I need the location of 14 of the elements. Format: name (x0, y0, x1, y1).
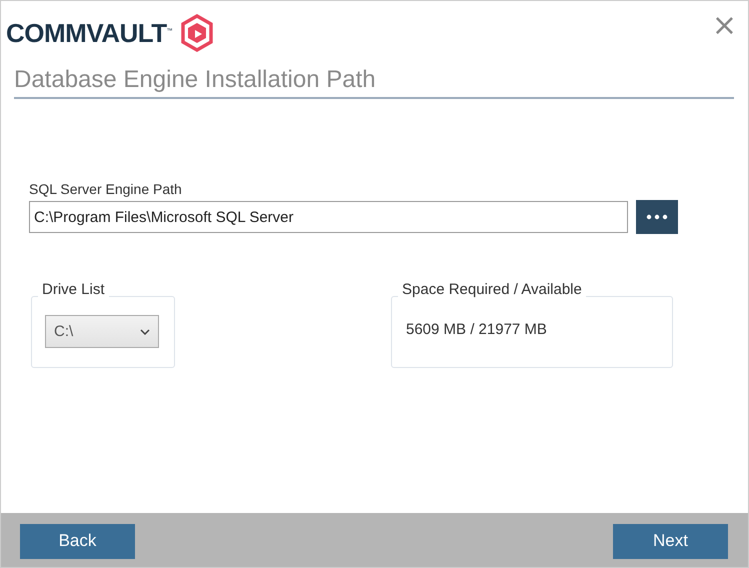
drive-dropdown[interactable]: C:\ (45, 315, 159, 348)
path-field[interactable]: C:\Program Files\Microsoft SQL Server (29, 201, 628, 233)
next-button[interactable]: Next (613, 524, 728, 558)
group-legend: Space Required / Available (398, 281, 586, 298)
back-button[interactable]: Back (20, 524, 135, 558)
dots-icon (646, 214, 668, 220)
logo-wordmark: COMMVAULT$^{™}$ (6, 18, 172, 48)
browse-button[interactable] (636, 200, 678, 234)
chevron-down-icon (140, 328, 150, 334)
field-label: SQL Server Engine Path (29, 181, 183, 197)
close-button[interactable]: × (712, 16, 737, 36)
page-title: Database Engine Installation Path (14, 66, 734, 99)
space-value: 5609 MB / 21977 MB (406, 320, 547, 338)
group-legend: Drive List (38, 281, 109, 298)
